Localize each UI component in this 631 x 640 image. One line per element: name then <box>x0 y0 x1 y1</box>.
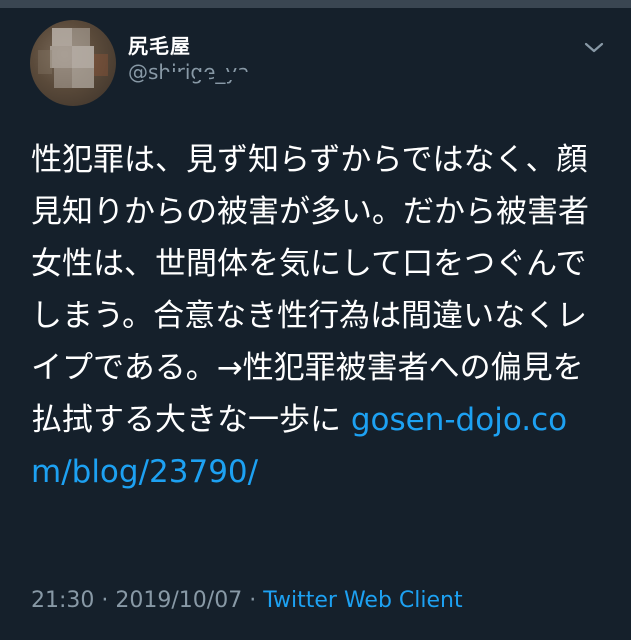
redaction-mark <box>195 72 209 80</box>
tweet-body: 性犯罪は、見ず知らずからではなく、顔見知りからの被害が多い。だから被害者女性は、… <box>31 142 589 438</box>
tweet-date[interactable]: 2019/10/07 <box>115 588 242 613</box>
top-bar <box>0 0 631 8</box>
avatar-mosaic-block <box>72 28 90 46</box>
avatar-mosaic-block <box>50 46 72 68</box>
tweet-client[interactable]: Twitter Web Client <box>263 588 462 613</box>
chevron-down-icon[interactable] <box>582 36 606 60</box>
avatar-mosaic-block <box>52 28 72 46</box>
avatar-mosaic-block <box>54 68 72 88</box>
avatar-mosaic-block <box>72 46 94 68</box>
avatar-mosaic-block <box>94 54 108 76</box>
tweet-meta: 21:30 · 2019/10/07 · Twitter Web Client <box>31 588 463 613</box>
redaction-mark <box>226 72 250 80</box>
tweet-text: 性犯罪は、見ず知らずからではなく、顔見知りからの被害が多い。だから被害者女性は、… <box>31 134 603 498</box>
meta-separator: · <box>249 588 257 613</box>
avatar-mosaic-block <box>38 50 52 74</box>
avatar[interactable] <box>30 20 116 106</box>
redaction-mark <box>163 72 185 80</box>
tweet-time[interactable]: 21:30 <box>31 588 94 613</box>
display-name[interactable]: 尻毛屋 <box>128 30 191 59</box>
meta-separator: · <box>101 588 109 613</box>
avatar-mosaic-block <box>72 68 94 88</box>
